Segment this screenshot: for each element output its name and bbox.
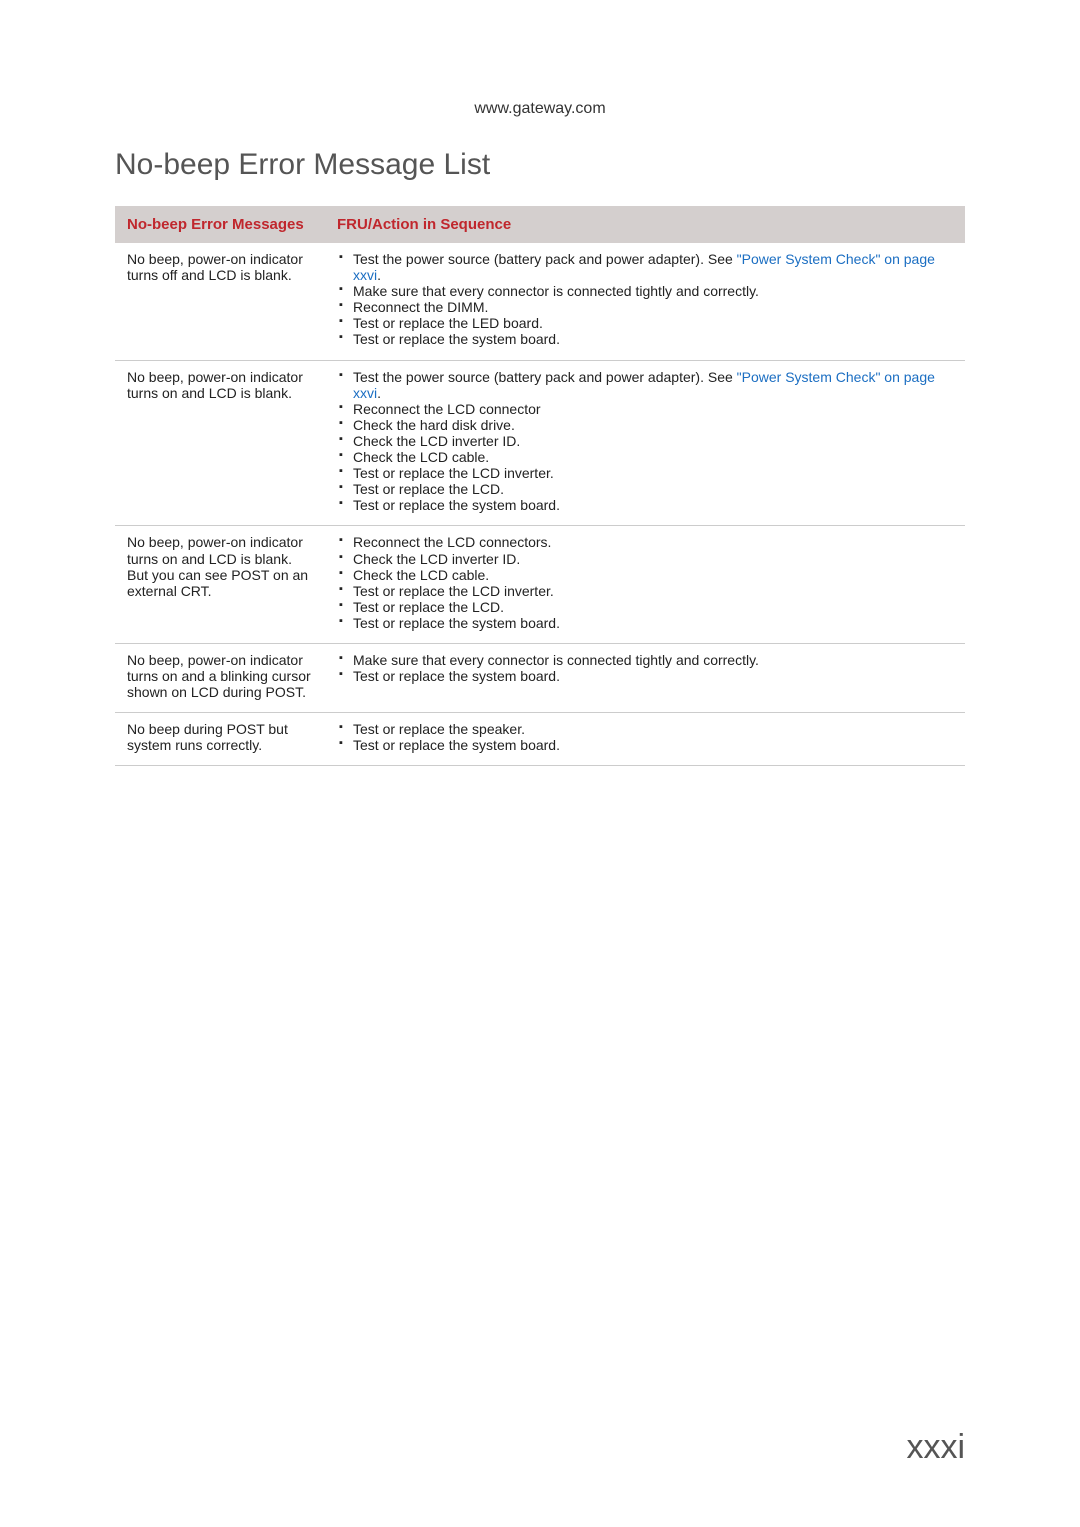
- table-header-action: FRU/Action in Sequence: [325, 206, 965, 243]
- list-item: Check the LCD cable.: [337, 449, 953, 465]
- list-item: Test or replace the LCD.: [337, 481, 953, 497]
- list-item: Test or replace the speaker.: [337, 721, 953, 737]
- list-item: Reconnect the LCD connector: [337, 401, 953, 417]
- header-url: www.gateway.com: [115, 100, 965, 118]
- list-item: Test or replace the system board.: [337, 497, 953, 513]
- table-row: No beep during POST but system runs corr…: [115, 713, 965, 766]
- table-header-messages: No-beep Error Messages: [115, 206, 325, 243]
- list-item: Make sure that every connector is connec…: [337, 283, 953, 299]
- row-actions: Test or replace the speaker. Test or rep…: [325, 713, 965, 766]
- list-item: Test the power source (battery pack and …: [337, 251, 953, 283]
- row-label: No beep, power-on indicator turns off an…: [115, 243, 325, 360]
- list-item: Check the LCD inverter ID.: [337, 433, 953, 449]
- row-actions: Reconnect the LCD connectors. Check the …: [325, 526, 965, 644]
- row-label: No beep, power-on indicator turns on and…: [115, 643, 325, 712]
- page-title: No-beep Error Message List: [115, 148, 965, 182]
- list-item: Test or replace the LCD inverter.: [337, 583, 953, 599]
- row-label: No beep during POST but system runs corr…: [115, 713, 325, 766]
- list-item: Test or replace the system board.: [337, 668, 953, 684]
- list-item: Test or replace the system board.: [337, 737, 953, 753]
- list-item: Test or replace the system board.: [337, 331, 953, 347]
- list-item: Check the LCD cable.: [337, 567, 953, 583]
- list-item: Check the hard disk drive.: [337, 417, 953, 433]
- row-actions: Test the power source (battery pack and …: [325, 360, 965, 526]
- row-label: No beep, power-on indicator turns on and…: [115, 360, 325, 526]
- error-table: No-beep Error Messages FRU/Action in Seq…: [115, 206, 965, 766]
- list-item: Test the power source (battery pack and …: [337, 369, 953, 401]
- list-item: Test or replace the LCD.: [337, 599, 953, 615]
- row-label: No beep, power-on indicator turns on and…: [115, 526, 325, 644]
- list-item: Test or replace the system board.: [337, 615, 953, 631]
- table-row: No beep, power-on indicator turns on and…: [115, 643, 965, 712]
- table-row: No beep, power-on indicator turns off an…: [115, 243, 965, 360]
- row-actions: Test the power source (battery pack and …: [325, 243, 965, 360]
- page-number: xxxi: [906, 1428, 965, 1467]
- list-item: Check the LCD inverter ID.: [337, 551, 953, 567]
- list-item: Test or replace the LED board.: [337, 315, 953, 331]
- table-row: No beep, power-on indicator turns on and…: [115, 360, 965, 526]
- list-item: Test or replace the LCD inverter.: [337, 465, 953, 481]
- list-item: Reconnect the LCD connectors.: [337, 534, 953, 550]
- row-actions: Make sure that every connector is connec…: [325, 643, 965, 712]
- table-row: No beep, power-on indicator turns on and…: [115, 526, 965, 644]
- list-item: Make sure that every connector is connec…: [337, 652, 953, 668]
- list-item: Reconnect the DIMM.: [337, 299, 953, 315]
